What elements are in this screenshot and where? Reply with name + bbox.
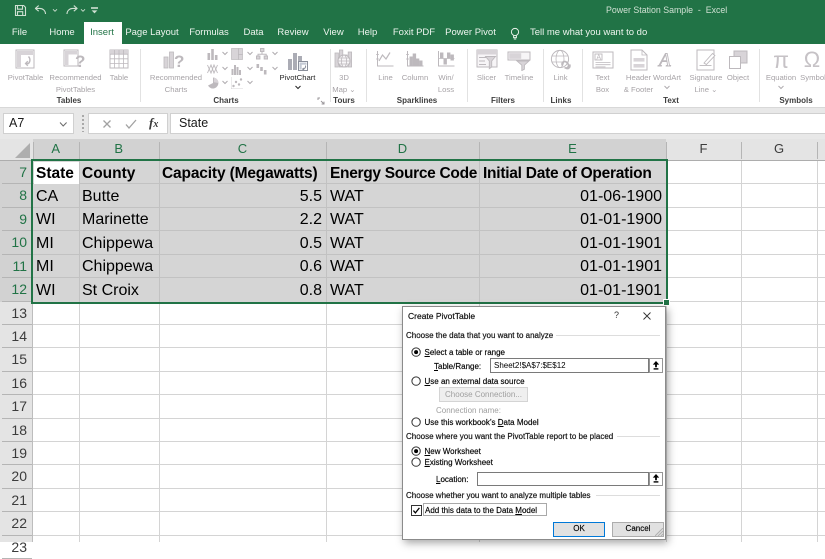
svg-text:?: ? [174, 52, 184, 71]
svg-text:A: A [596, 55, 601, 62]
svg-text:A: A [657, 50, 671, 70]
svg-text:?: ? [75, 52, 85, 71]
